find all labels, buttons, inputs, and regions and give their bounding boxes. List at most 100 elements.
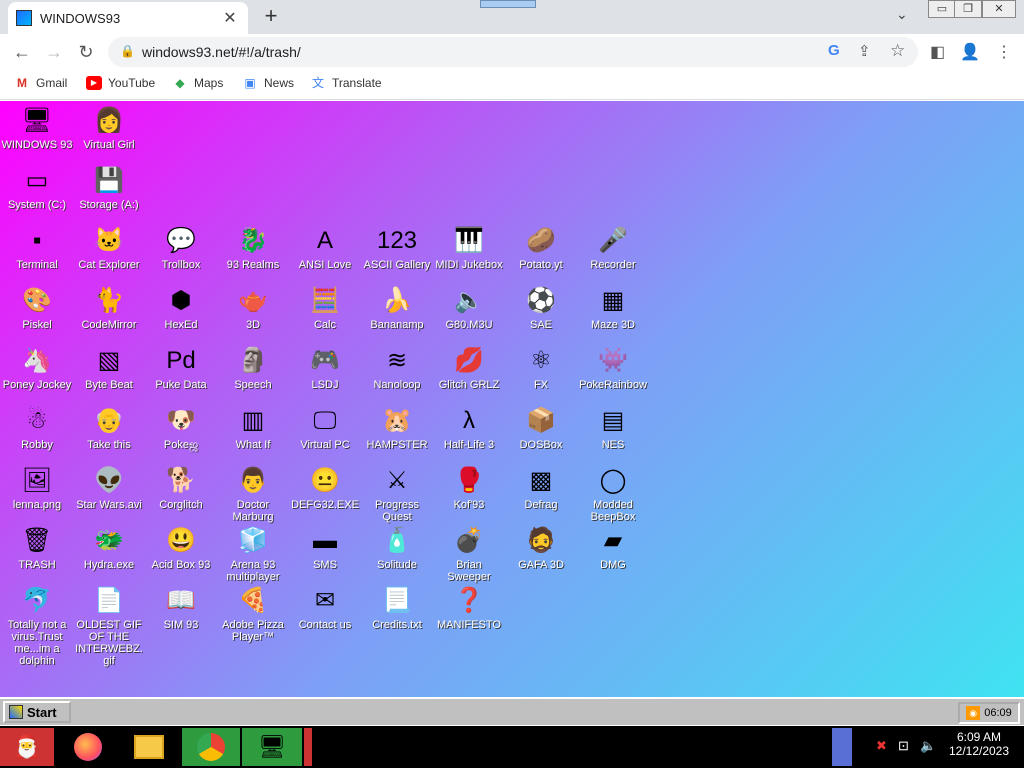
desktop-icon-lenna-png[interactable]: 🖼 lenna.png bbox=[1, 465, 73, 511]
url-text[interactable]: windows93.net/#!/a/trash/ bbox=[142, 44, 301, 60]
desktop-icon-hampster[interactable]: 🐹 HAMPSTER bbox=[361, 405, 433, 451]
desktop-icon-byte-beat[interactable]: ▧ Byte Beat bbox=[73, 345, 145, 391]
bookmark-translate[interactable]: 文 Translate bbox=[310, 76, 382, 90]
desktop-icon-poke[interactable]: 🐶 Pokeஜ bbox=[145, 405, 217, 451]
profile-avatar-icon[interactable]: 👤 bbox=[960, 42, 980, 62]
desktop-icon-totally-not-a-virus-trust-me-im-a-dolphin[interactable]: 🐬 Totally not a virus.Trust me...im a dol… bbox=[1, 585, 73, 667]
share-icon[interactable]: ⇪ bbox=[858, 42, 871, 60]
desktop-icon-storage-a[interactable]: 💾 Storage (A:) bbox=[73, 165, 145, 211]
desktop-icon-pokerainbow[interactable]: 👾 PokeRainbow bbox=[577, 345, 649, 391]
desktop-icon-star-wars-avi[interactable]: 👽 Star Wars.avi bbox=[73, 465, 145, 511]
desktop-icon-glitch-grlz[interactable]: 💋 Glitch GRLZ bbox=[433, 345, 505, 391]
desktop-icon-poney-jockey[interactable]: 🦄 Poney Jockey bbox=[1, 345, 73, 391]
desktop-icon-g80-m3u[interactable]: 🔈 G80.M3U bbox=[433, 285, 505, 331]
desktop-icon-potato-yt[interactable]: 🥔 Potato.yt bbox=[505, 225, 577, 271]
desktop-icon-half-life-3[interactable]: λ Half-Life 3 bbox=[433, 405, 505, 451]
desktop-icon-adobe-pizza-player[interactable]: 🍕 Adobe Pizza Player™ bbox=[217, 585, 289, 643]
desktop-icon-terminal[interactable]: ▪ Terminal bbox=[1, 225, 73, 271]
tray-app-icon[interactable] bbox=[832, 728, 852, 766]
desktop-icon-contact-us[interactable]: ✉ Contact us bbox=[289, 585, 361, 631]
new-tab-button[interactable]: + bbox=[258, 4, 284, 30]
address-bar[interactable]: 🔒 windows93.net/#!/a/trash/ G ⇪ ☆ bbox=[108, 37, 918, 67]
tab-search-chevron-icon[interactable]: ⌄ bbox=[896, 6, 908, 23]
remote-desktop-icon[interactable]: 🖥 bbox=[242, 728, 302, 766]
desktop-icon-ansi-love[interactable]: A ANSI Love bbox=[289, 225, 361, 271]
desktop-icon-progress-quest[interactable]: ⚔ Progress Quest bbox=[361, 465, 433, 523]
desktop-icon-hexed[interactable]: ⬢ HexEd bbox=[145, 285, 217, 331]
bookmark-maps[interactable]: ◆ Maps bbox=[172, 76, 223, 90]
minimize-button[interactable]: ▭ bbox=[928, 0, 956, 18]
desktop-icon-arena-93-multiplayer[interactable]: 🧊 Arena 93 multiplayer bbox=[217, 525, 289, 583]
bookmark-news[interactable]: ▣ News bbox=[242, 76, 294, 90]
desktop-icon-midi-jukebox[interactable]: 🎹 MIDI Jukebox bbox=[433, 225, 505, 271]
desktop-icon-fx[interactable]: ⚛ FX bbox=[505, 345, 577, 391]
network-icon[interactable]: ⊡ bbox=[898, 738, 909, 754]
desktop-icon-93-realms[interactable]: 🐉 93 Realms bbox=[217, 225, 289, 271]
restore-button[interactable]: ❐ bbox=[954, 0, 982, 18]
desktop-icon-windows-93[interactable]: 🖥 WINDOWS 93 bbox=[1, 105, 73, 151]
desktop-icon-piskel[interactable]: 🎨 Piskel bbox=[1, 285, 73, 331]
desktop-icon-calc[interactable]: 🧮 Calc bbox=[289, 285, 361, 331]
desktop-icon-puke-data[interactable]: Pd Puke Data bbox=[145, 345, 217, 391]
santa-app-icon[interactable]: 🎅 bbox=[0, 728, 54, 766]
network-error-icon[interactable]: ✖ bbox=[876, 738, 887, 754]
desktop-icon-maze-3d[interactable]: ▦ Maze 3D bbox=[577, 285, 649, 331]
desktop-icon-oldest-gif-of-the-interwebz-gif[interactable]: 📄 OLDEST GIF OF THE INTERWEBZ.gif bbox=[73, 585, 145, 667]
desktop-icon-3d[interactable]: 🫖 3D bbox=[217, 285, 289, 331]
desktop-icon-ascii-gallery[interactable]: 123 ASCII Gallery bbox=[361, 225, 433, 271]
desktop-icon-bananamp[interactable]: 🍌 Bananamp bbox=[361, 285, 433, 331]
back-button[interactable]: ← bbox=[10, 40, 34, 64]
bookmark-star-icon[interactable]: ☆ bbox=[890, 41, 905, 61]
google-icon[interactable]: G bbox=[828, 42, 840, 59]
desktop-icon-trollbox[interactable]: 💬 Trollbox bbox=[145, 225, 217, 271]
start-button[interactable]: Start bbox=[3, 701, 71, 723]
desktop-icon-corglitch[interactable]: 🐕 Corglitch bbox=[145, 465, 217, 511]
desktop-icon-modded-beepbox[interactable]: ◯ Modded BeepBox bbox=[577, 465, 649, 523]
desktop-icon-dmg[interactable]: ▰ DMG bbox=[577, 525, 649, 571]
reload-button[interactable]: ↻ bbox=[74, 40, 98, 64]
forward-button[interactable]: → bbox=[42, 40, 66, 64]
volume-icon[interactable]: 🔈 bbox=[920, 738, 936, 754]
file-explorer-icon[interactable] bbox=[126, 728, 172, 766]
desktop-icon-brian-sweeper[interactable]: 💣 Brian Sweeper bbox=[433, 525, 505, 583]
desktop-icon-credits-txt[interactable]: 📃 Credits.txt bbox=[361, 585, 433, 631]
desktop-icon-cat-explorer[interactable]: 🐱 Cat Explorer bbox=[73, 225, 145, 271]
desktop-icon-nes[interactable]: ▤ NES bbox=[577, 405, 649, 451]
lock-icon[interactable]: 🔒 bbox=[120, 44, 135, 58]
desktop-icon-defg32-exe[interactable]: 😐 DEFG32.EXE bbox=[289, 465, 361, 511]
tab-close-icon[interactable]: ✕ bbox=[220, 8, 240, 28]
desktop-icon-virtual-girl[interactable]: 👩 Virtual Girl bbox=[73, 105, 145, 151]
system-clock[interactable]: 6:09 AM 12/12/2023 bbox=[944, 730, 1014, 758]
desktop-icon-doctor-marburg[interactable]: 👨 Doctor Marburg bbox=[217, 465, 289, 523]
desktop-icon-sae[interactable]: ⚽ SAE bbox=[505, 285, 577, 331]
desktop-icon-trash[interactable]: 🗑 TRASH bbox=[1, 525, 73, 571]
desktop-icon-defrag[interactable]: ▩ Defrag bbox=[505, 465, 577, 511]
desktop-icon-robby[interactable]: ☃ Robby bbox=[1, 405, 73, 451]
desktop-icon-system-c[interactable]: ▭ System (C:) bbox=[1, 165, 73, 211]
desktop-icon-sim-93[interactable]: 📖 SIM 93 bbox=[145, 585, 217, 631]
w93-tray[interactable]: ◉ 06:09 bbox=[958, 702, 1020, 724]
bookmark-gmail[interactable]: M Gmail bbox=[14, 76, 67, 90]
desktop-icon-nanoloop[interactable]: ≋ Nanoloop bbox=[361, 345, 433, 391]
desktop-icon-acid-box-93[interactable]: 😃 Acid Box 93 bbox=[145, 525, 217, 571]
desktop-icon-lsdj[interactable]: 🎮 LSDJ bbox=[289, 345, 361, 391]
desktop-icon-sms[interactable]: ▬ SMS bbox=[289, 525, 361, 571]
desktop-icon-gafa-3d[interactable]: 🧔 GAFA 3D bbox=[505, 525, 577, 571]
bookmark-youtube[interactable]: ▶ YouTube bbox=[86, 76, 155, 90]
window-drag-handle[interactable] bbox=[480, 0, 536, 8]
desktop-icon-what-if[interactable]: ▥ What If bbox=[217, 405, 289, 451]
tab-windows93[interactable]: WINDOWS93 ✕ bbox=[8, 2, 248, 34]
desktop-icon-codemirror[interactable]: 🐈 CodeMirror bbox=[73, 285, 145, 331]
desktop-icon-manifesto[interactable]: ❓ MANIFESTO bbox=[433, 585, 505, 631]
desktop-icon-virtual-pc[interactable]: 🖵 Virtual PC bbox=[289, 405, 361, 451]
desktop-icon-hydra-exe[interactable]: 🐲 Hydra.exe bbox=[73, 525, 145, 571]
menu-kebab-icon[interactable]: ⋮ bbox=[996, 42, 1012, 62]
desktop-icon-take-this[interactable]: 👴 Take this bbox=[73, 405, 145, 451]
desktop-icon-solitude[interactable]: 🧴 Solitude bbox=[361, 525, 433, 571]
rss-icon[interactable]: ◉ bbox=[966, 706, 981, 720]
desktop-icon-speech[interactable]: 🗿 Speech bbox=[217, 345, 289, 391]
desktop-icon-dosbox[interactable]: 📦 DOSBox bbox=[505, 405, 577, 451]
chrome-icon[interactable] bbox=[182, 728, 240, 766]
desktop-icon-kof-93[interactable]: 🥊 Kof'93 bbox=[433, 465, 505, 511]
close-window-button[interactable]: ✕ bbox=[982, 0, 1016, 18]
